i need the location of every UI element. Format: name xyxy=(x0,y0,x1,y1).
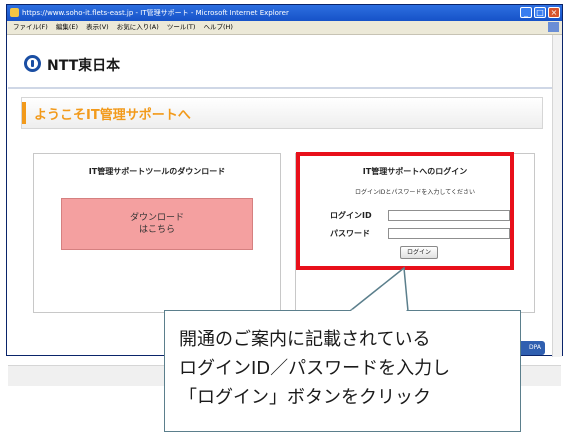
minimize-button[interactable]: _ xyxy=(520,7,532,18)
menu-bar: ファイル(F) 編集(E) 表示(V) お気に入り(A) ツール(T) ヘルプ(… xyxy=(7,21,562,35)
welcome-text: ようこそIT管理サポートへ xyxy=(34,108,191,123)
window-title: https://www.soho-it.flets-east.jp - IT管理… xyxy=(22,9,289,17)
download-panel-title: IT管理サポートツールのダウンロード xyxy=(88,167,226,176)
welcome-accent-bar xyxy=(22,102,26,124)
login-highlight-box xyxy=(296,152,514,270)
menu-file[interactable]: ファイル(F) xyxy=(13,23,48,31)
download-panel: IT管理サポートツールのダウンロード ダウンロード はこちら xyxy=(33,153,281,313)
menu-edit[interactable]: 編集(E) xyxy=(56,23,78,31)
callout-box: 開通のご案内に記載されている ログインID／パスワードを入力し 「ログイン」ボタ… xyxy=(164,310,521,432)
vertical-scrollbar[interactable] xyxy=(552,35,562,357)
windows-logo-icon xyxy=(548,22,559,32)
callout-text: 開通のご案内に記載されている ログインID／パスワードを入力し 「ログイン」ボタ… xyxy=(179,329,451,408)
title-bar: https://www.soho-it.flets-east.jp - IT管理… xyxy=(7,5,562,21)
header-divider xyxy=(8,87,561,89)
ie-icon xyxy=(10,8,19,17)
brand-name: NTT東日本 xyxy=(47,58,121,74)
welcome-banner: ようこそIT管理サポートへ xyxy=(21,97,543,129)
menu-help[interactable]: ヘルプ(H) xyxy=(204,23,233,31)
ntt-logo-icon xyxy=(24,55,41,72)
close-button[interactable]: × xyxy=(548,7,560,18)
menu-tools[interactable]: ツール(T) xyxy=(167,23,196,31)
download-button[interactable]: ダウンロード はこちら xyxy=(61,198,253,250)
menu-view[interactable]: 表示(V) xyxy=(86,23,109,31)
menu-favorites[interactable]: お気に入り(A) xyxy=(117,23,159,31)
maximize-button[interactable]: □ xyxy=(534,7,546,18)
